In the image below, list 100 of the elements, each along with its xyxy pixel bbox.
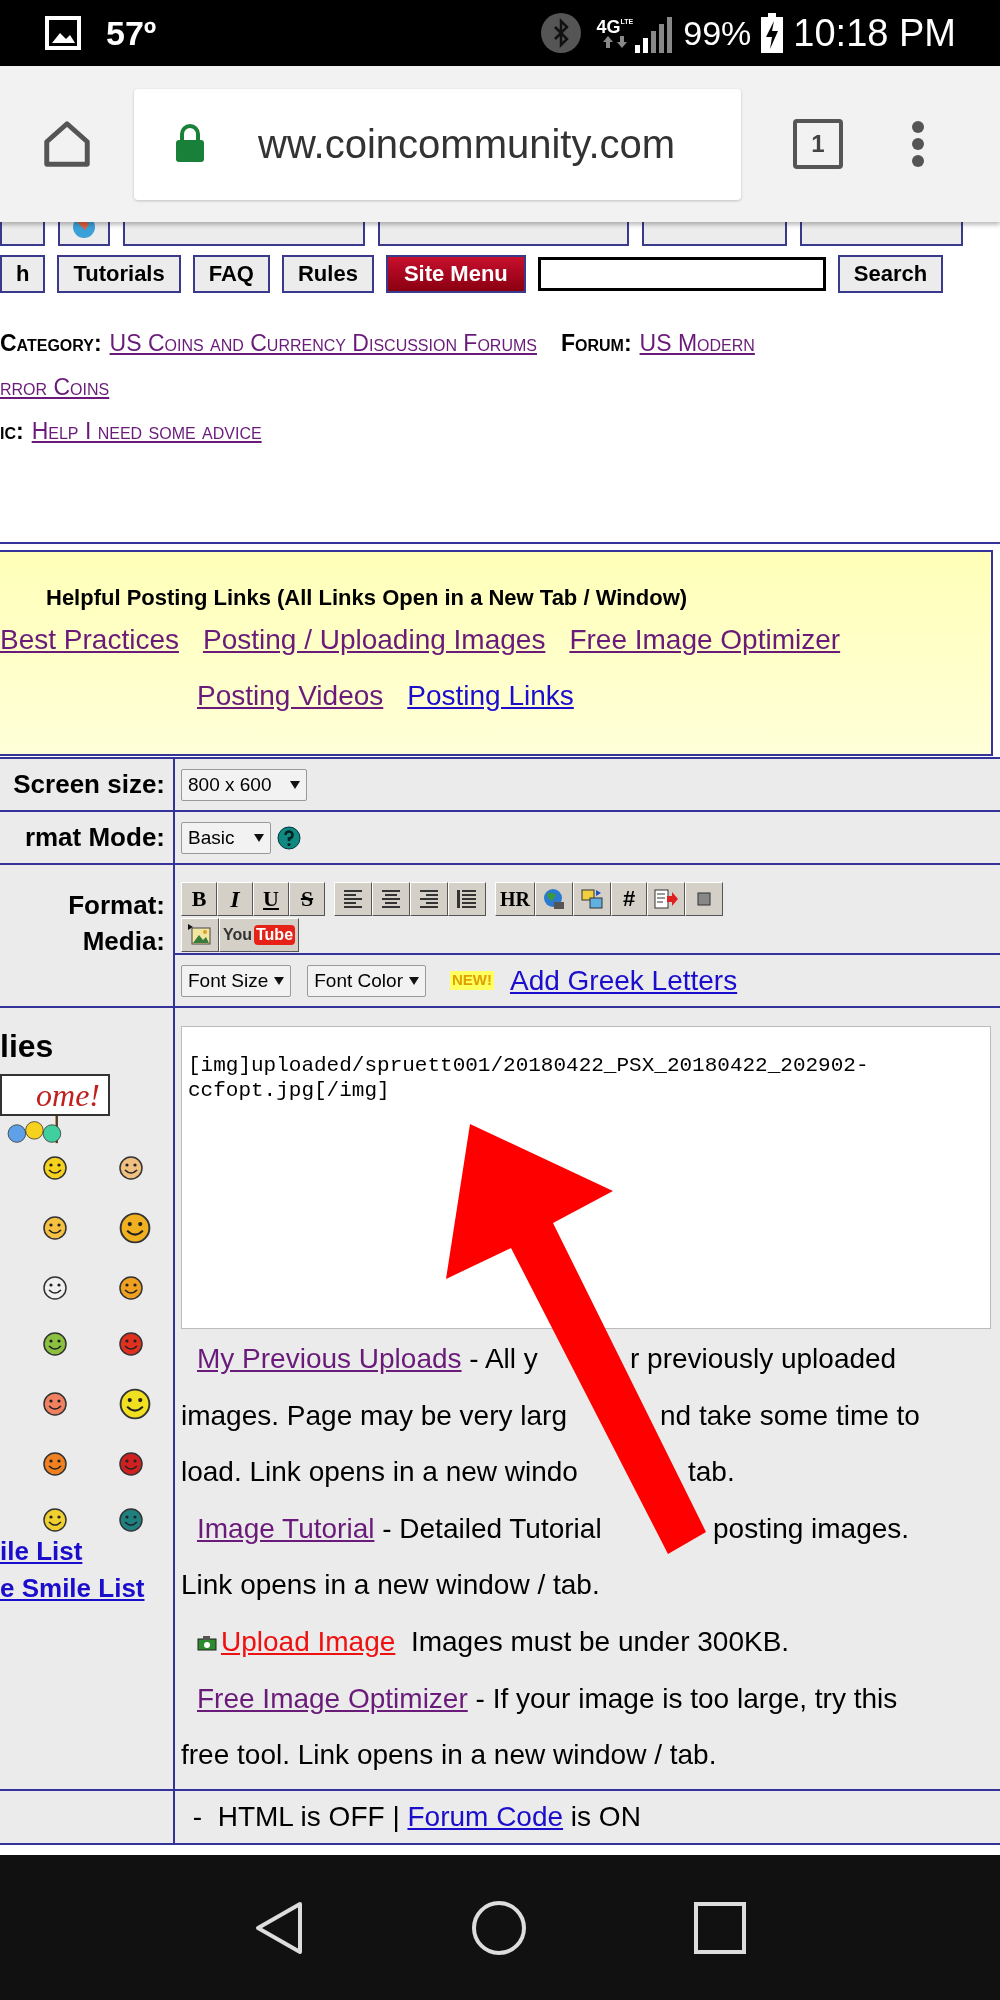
clock: 10:18 PM (793, 10, 956, 56)
field-label: rmat Mode: (24, 821, 165, 854)
smiley-icon[interactable] (42, 1391, 68, 1417)
italic-button[interactable]: I (217, 882, 253, 916)
image-button[interactable] (181, 918, 219, 952)
help-text: r previously uploaded (630, 1343, 897, 1374)
help-icon[interactable] (277, 825, 301, 850)
home-button-icon[interactable] (471, 1899, 527, 1956)
nav-button[interactable]: h (0, 255, 46, 293)
topic-label: ic: (0, 417, 24, 446)
forum-link[interactable]: US Modern (639, 321, 755, 365)
back-icon[interactable] (253, 1900, 304, 1955)
code-button[interactable]: # (611, 882, 647, 916)
align-right-icon (418, 889, 440, 909)
battery-charging-icon (761, 13, 784, 53)
help-link[interactable]: Posting Videos (197, 668, 384, 724)
field-label: Format: (68, 889, 165, 922)
help-text: free tool. Link opens in a new window / tab. (181, 1739, 717, 1771)
dropdown[interactable]: Font Size (181, 964, 292, 997)
smiley-icon[interactable] (118, 1507, 144, 1533)
welcome-sign: ome! (0, 1074, 110, 1117)
underline-button[interactable]: U (253, 882, 289, 916)
forum-link[interactable]: rror Coins (0, 365, 110, 409)
align-left-button[interactable] (334, 882, 372, 916)
help-link[interactable]: Image Tutorial (197, 1512, 375, 1544)
help-text: Link opens in a new window / tab. (181, 1569, 600, 1600)
help-text: tab. (688, 1456, 735, 1487)
align-left-icon (342, 889, 364, 909)
help-link[interactable]: Posting Links (407, 668, 574, 724)
justify-button[interactable] (448, 882, 486, 916)
justify-icon (456, 889, 478, 909)
field-label: Media: (82, 925, 165, 958)
address-bar[interactable]: ww.coincommunity.com (134, 88, 741, 200)
site-menu-button[interactable]: Site Menu (385, 255, 526, 293)
help-text: load. Link opens in a new windo (181, 1456, 578, 1487)
help-text: - Detailed Tutorial (381, 1512, 602, 1544)
horizontal-rule-button[interactable]: HR (495, 882, 535, 916)
image-icon (187, 923, 213, 947)
insert-button[interactable] (647, 882, 685, 916)
smiley-icon[interactable] (42, 1507, 68, 1533)
smiley-icon[interactable] (118, 1275, 144, 1301)
message-field[interactable]: [img]uploaded/spruett001/20180422_PSX_20180422_202902-ccfopt.jpg[/img] (181, 1026, 991, 1329)
nav-button[interactable]: Tutorials (57, 255, 181, 293)
smiley-icon[interactable] (42, 1451, 68, 1477)
greek-letters-link[interactable]: Add Greek Letters (509, 959, 738, 1002)
help-text: posting images. (713, 1512, 910, 1544)
camera-icon (197, 1634, 217, 1651)
recents-icon[interactable] (694, 1901, 747, 1954)
search-field[interactable] (537, 257, 826, 291)
smile-list-link[interactable]: ile List (0, 1533, 173, 1570)
stop-button[interactable] (685, 882, 723, 916)
align-right-button[interactable] (410, 882, 448, 916)
nav-button[interactable]: FAQ (192, 255, 270, 293)
caret-icon (274, 976, 285, 985)
field-label: Screen size: (13, 768, 165, 801)
smiley-icon[interactable] (42, 1331, 68, 1357)
align-center-button[interactable] (372, 882, 410, 916)
document-arrow-icon (653, 888, 679, 910)
nav-button[interactable]: Search (837, 255, 944, 293)
smile-list-link[interactable]: e Smile List (0, 1570, 173, 1607)
globe-icon (542, 887, 566, 911)
category-link[interactable]: US Coins and Currency Discussion Forums (109, 321, 537, 365)
youtube-button[interactable]: You Tube (219, 918, 299, 952)
forum-label: Forum: (561, 329, 632, 358)
dropdown[interactable]: 800 x 600 (181, 768, 307, 801)
smiley-icon[interactable] (42, 1275, 68, 1301)
help-link[interactable]: Posting / Uploading Images (202, 612, 546, 668)
strikethrough-button[interactable]: S (289, 882, 325, 916)
smiley-icon[interactable] (118, 1331, 144, 1357)
footer-text: is ON (569, 1800, 641, 1834)
help-link[interactable]: Free Image Optimizer (569, 612, 841, 668)
swap-icon (580, 887, 604, 911)
smiley-icon[interactable] (118, 1155, 144, 1181)
help-link[interactable]: Best Practices (0, 612, 179, 668)
square-icon (696, 891, 712, 907)
network-type: 4G (596, 18, 621, 36)
help-text: - All y (468, 1343, 538, 1374)
caret-icon (408, 976, 419, 985)
forum-code-link[interactable]: Forum Code (407, 1796, 564, 1838)
help-text: images. Page may be very larg (181, 1399, 567, 1431)
tab-count[interactable]: 1 (793, 119, 843, 169)
smiley-icon[interactable] (118, 1211, 152, 1245)
dropdown[interactable]: Basic (181, 821, 271, 854)
temperature: 57º (106, 12, 157, 54)
help-link[interactable]: My Previous Uploads (197, 1343, 462, 1374)
link-button[interactable] (535, 882, 573, 916)
bold-button[interactable]: B (181, 882, 217, 916)
smiley-icon[interactable] (42, 1155, 68, 1181)
smilies-heading: lies (0, 1027, 55, 1066)
topic-link[interactable]: Help I need some advice (31, 409, 262, 453)
menu-icon[interactable] (911, 120, 925, 168)
upload-image-link[interactable]: Upload Image (221, 1614, 396, 1671)
smiley-icon[interactable] (118, 1387, 152, 1421)
smiley-icon[interactable] (118, 1451, 144, 1477)
smiley-icon[interactable] (42, 1215, 68, 1241)
help-link[interactable]: Free Image Optimizer (197, 1682, 468, 1714)
nav-button[interactable]: Rules (281, 255, 374, 293)
dropdown[interactable]: Font Color (307, 964, 426, 997)
caret-icon (254, 833, 264, 842)
swap-button[interactable] (573, 882, 611, 916)
